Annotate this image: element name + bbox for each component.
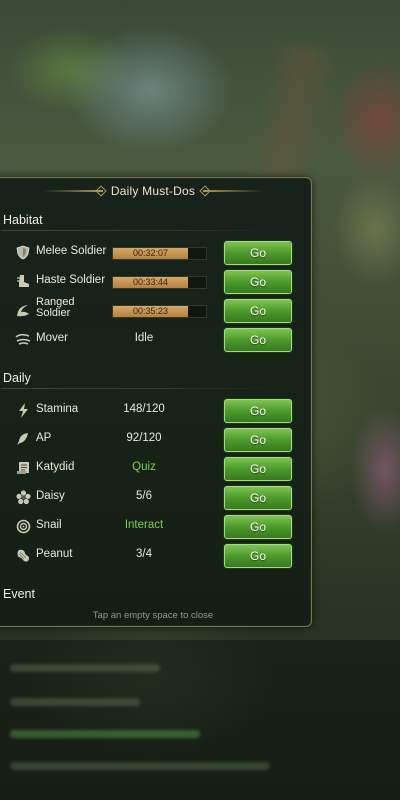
row-label: Stamina — [36, 403, 79, 415]
row-value: 92/120 — [126, 432, 162, 444]
ranged-icon — [15, 302, 31, 318]
panel-title: Daily Must-Dos — [110, 184, 196, 198]
daily-row-katydid: Katydid Quiz Go — [0, 457, 305, 481]
shield-icon — [15, 244, 31, 260]
close-hint: Tap an empty space to close — [92, 610, 214, 621]
row-label: AP — [36, 432, 52, 444]
boot-icon — [15, 273, 31, 289]
daily-row-peanut: Peanut 3/4 Go — [0, 544, 305, 568]
peanut-icon — [15, 547, 31, 563]
row-value: Interact — [124, 519, 164, 531]
section-event: Event — [3, 587, 35, 601]
mover-icon — [15, 331, 31, 347]
habitat-row-melee-soldier: Melee Soldier 00:32:07 Go — [0, 241, 305, 265]
title-ornament-left — [42, 190, 103, 192]
row-label: Mover — [36, 332, 68, 344]
training-progress-bar: 00:35:23 — [112, 305, 207, 318]
daily-row-snail: Snail Interact Go — [0, 515, 305, 539]
panel-header: Daily Must-Dos — [0, 182, 311, 200]
row-label: Katydid — [36, 461, 75, 473]
row-value: Quiz — [132, 461, 156, 473]
title-ornament-right — [203, 190, 264, 192]
background-chat-area — [0, 640, 400, 800]
section-daily: Daily — [3, 371, 31, 385]
go-button[interactable]: Go — [224, 544, 292, 568]
scroll-icon — [15, 460, 31, 476]
row-value: 3/4 — [136, 548, 152, 560]
go-button[interactable]: Go — [224, 241, 292, 265]
training-progress-bar: 00:33:44 — [112, 276, 207, 289]
habitat-row-haste-soldier: Haste Soldier 00:33:44 Go — [0, 270, 305, 294]
training-progress-bar: 00:32:07 — [112, 247, 207, 260]
row-value: 5/6 — [136, 490, 152, 502]
row-label: Daisy — [36, 490, 65, 502]
daily-must-dos-panel: Daily Must-Dos Habitat Melee Soldier 00:… — [0, 177, 312, 627]
row-label: Snail — [36, 519, 62, 531]
habitat-row-ranged-soldier: Ranged Soldier 00:35:23 Go — [0, 296, 305, 323]
habitat-row-mover: Mover Idle Go — [0, 328, 305, 352]
go-button[interactable]: Go — [224, 328, 292, 352]
mover-status: Idle — [134, 332, 154, 344]
row-label: Haste Soldier — [36, 274, 106, 286]
row-value: 148/120 — [123, 403, 165, 415]
go-button[interactable]: Go — [224, 270, 292, 294]
ap-icon — [15, 431, 31, 447]
timer-text: 00:35:23 — [132, 306, 169, 316]
timer-text: 00:33:44 — [132, 277, 169, 287]
go-button[interactable]: Go — [224, 399, 292, 423]
row-label: Melee Soldier — [36, 245, 107, 257]
timer-text: 00:32:07 — [132, 248, 169, 258]
go-button[interactable]: Go — [224, 299, 292, 323]
go-button[interactable]: Go — [224, 486, 292, 510]
lightning-icon — [15, 402, 31, 418]
section-divider — [1, 230, 281, 231]
go-button[interactable]: Go — [224, 428, 292, 452]
row-label: Ranged Soldier — [36, 296, 75, 319]
snail-icon — [15, 518, 31, 534]
daily-row-ap: AP 92/120 Go — [0, 428, 305, 452]
section-divider — [1, 388, 281, 389]
flower-icon — [15, 489, 31, 505]
daily-row-stamina: Stamina 148/120 Go — [0, 399, 305, 423]
section-habitat: Habitat — [3, 213, 43, 227]
row-label: Peanut — [36, 548, 73, 560]
go-button[interactable]: Go — [224, 457, 292, 481]
go-button[interactable]: Go — [224, 515, 292, 539]
daily-row-daisy: Daisy 5/6 Go — [0, 486, 305, 510]
